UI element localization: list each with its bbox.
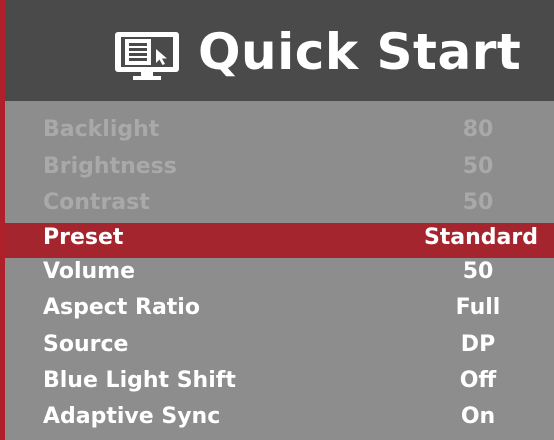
menu-item-value: Full (455, 295, 501, 320)
menu-item-backlight: Backlight 80 (5, 115, 554, 145)
menu-item-label: Contrast (43, 190, 150, 215)
menu-item-label: Aspect Ratio (43, 295, 200, 320)
menu-item-contrast: Contrast 50 (5, 188, 554, 218)
menu-item-label: Adaptive Sync (43, 404, 221, 429)
menu-item-value: 50 (462, 154, 494, 179)
menu-item-label: Source (43, 332, 129, 357)
menu-header: Quick Start (5, 0, 554, 101)
menu-item-value: On (460, 404, 496, 429)
menu-item-value: 50 (462, 259, 494, 284)
menu-item-value: 50 (462, 190, 494, 215)
menu-item-label: Volume (43, 259, 135, 284)
menu-item-aspect-ratio[interactable]: Aspect Ratio Full (5, 293, 554, 323)
menu-item-label: Preset (43, 225, 124, 250)
menu-item-value: DP (460, 332, 496, 357)
menu-item-volume[interactable]: Volume 50 (5, 257, 554, 287)
menu-item-preset[interactable]: Preset Standard (5, 223, 554, 258)
menu-item-adaptive-sync[interactable]: Adaptive Sync On (5, 402, 554, 432)
menu-item-value: 80 (462, 117, 494, 142)
menu-item-label: Brightness (43, 154, 177, 179)
menu-item-label: Blue Light Shift (43, 368, 236, 393)
menu-item-label: Backlight (43, 117, 160, 142)
monitor-menu-icon (115, 32, 179, 80)
menu-item-source[interactable]: Source DP (5, 330, 554, 360)
menu-item-blue-light-shift[interactable]: Blue Light Shift Off (5, 366, 554, 396)
menu-item-value: Standard (423, 225, 538, 250)
menu-item-brightness: Brightness 50 (5, 152, 554, 182)
menu-item-value: Off (459, 368, 497, 393)
osd-menu: Quick Start Backlight 80 Brightness 50 C… (0, 0, 554, 440)
page-title: Quick Start (198, 23, 522, 81)
